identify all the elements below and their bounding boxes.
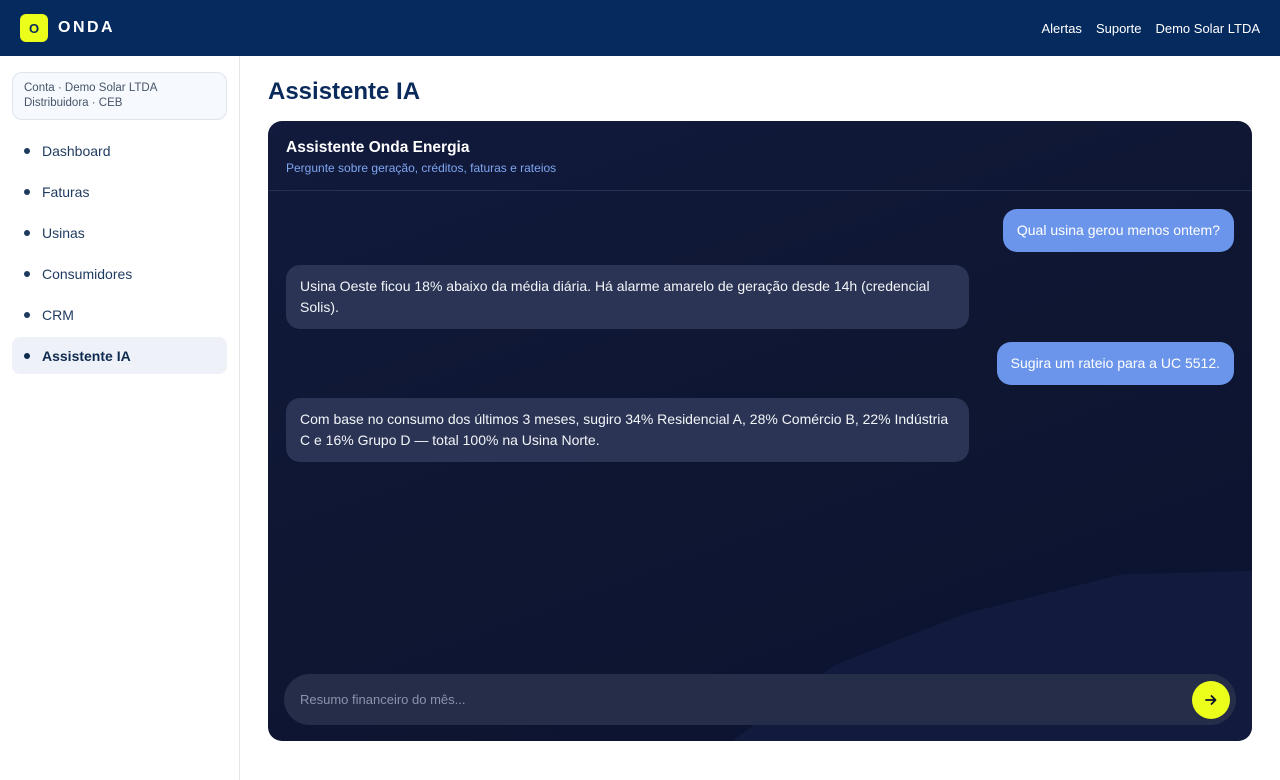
account-name: Conta · Demo Solar LTDA	[24, 82, 158, 94]
sidebar-item-assistente-ia[interactable]: Assistente IA	[12, 337, 227, 374]
sidebar-item-label: Consumidores	[42, 265, 133, 282]
alerts-link[interactable]: Alertas	[1041, 21, 1081, 36]
sidebar-item-faturas[interactable]: Faturas	[12, 173, 227, 210]
sidebar-item-label: Dashboard	[42, 142, 111, 159]
chat-input[interactable]	[300, 692, 1192, 707]
top-bar: O ONDA Alertas Suporte Demo Solar LTDA	[0, 0, 1280, 56]
user-message: Sugira um rateio para a UC 5512.	[996, 342, 1234, 385]
top-links: Alertas Suporte Demo Solar LTDA	[1041, 21, 1260, 36]
sidebar-item-label: Usinas	[42, 224, 85, 241]
bullet-icon	[24, 311, 30, 318]
support-link[interactable]: Suporte	[1096, 21, 1142, 36]
logo[interactable]: O	[20, 14, 48, 42]
bullet-icon	[24, 229, 30, 236]
assistant-message: Com base no consumo dos últimos 3 meses,…	[286, 398, 969, 462]
assistant-message: Usina Oeste ficou 18% abaixo da média di…	[286, 265, 969, 329]
user-message: Qual usina gerou menos ontem?	[1002, 209, 1234, 252]
account-card: Conta · Demo Solar LTDA Distribuidora · …	[12, 72, 227, 120]
bullet-icon	[24, 352, 30, 359]
page-title: Assistente IA	[268, 78, 421, 105]
sidebar: Conta · Demo Solar LTDA Distribuidora · …	[0, 56, 240, 780]
sidebar-item-label: Assistente IA	[42, 347, 131, 364]
brand-name: ONDA	[58, 19, 116, 36]
bullet-icon	[24, 147, 30, 154]
sidebar-item-crm[interactable]: CRM	[12, 296, 227, 333]
bullet-icon	[24, 188, 30, 195]
sidebar-item-label: CRM	[42, 306, 74, 323]
distributor-name: Distribuidora · CEB	[24, 97, 123, 109]
bullet-icon	[24, 270, 30, 277]
sidebar-item-dashboard[interactable]: Dashboard	[12, 132, 227, 169]
chat-header: Assistente Onda Energia Pergunte sobre g…	[268, 121, 1252, 191]
chat-subtitle: Pergunte sobre geração, créditos, fatura…	[286, 161, 557, 175]
account-link[interactable]: Demo Solar LTDA	[1155, 21, 1260, 36]
arrow-right-icon	[1205, 694, 1217, 705]
chat-title: Assistente Onda Energia	[286, 139, 470, 156]
sidebar-nav: Dashboard Faturas Usinas Consumidores CR…	[12, 132, 227, 374]
sidebar-item-label: Faturas	[42, 183, 90, 200]
send-button[interactable]	[1192, 680, 1230, 719]
sidebar-item-usinas[interactable]: Usinas	[12, 214, 227, 251]
chat-input-bar	[284, 674, 1236, 725]
sidebar-item-consumidores[interactable]: Consumidores	[12, 255, 227, 292]
chat-panel: Assistente Onda Energia Pergunte sobre g…	[268, 121, 1252, 741]
